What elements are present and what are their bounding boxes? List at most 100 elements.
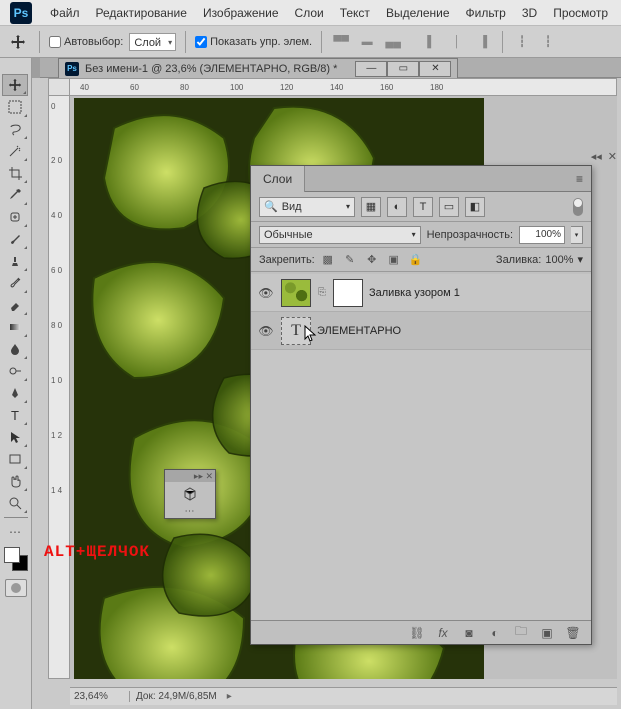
align-top-icon[interactable]: ▀▀	[331, 32, 351, 52]
blur-tool[interactable]	[2, 338, 28, 360]
filter-shape-icon[interactable]: ▭	[439, 197, 459, 217]
stamp-tool[interactable]	[2, 250, 28, 272]
opacity-input[interactable]: 100%	[519, 226, 565, 244]
filter-kind-select[interactable]: 🔍Вид	[259, 197, 355, 217]
tab-handle[interactable]	[32, 58, 40, 78]
layer-name[interactable]: ЭЛЕМЕНТАРНО	[317, 325, 585, 337]
edit-toolbar[interactable]: ⋯	[2, 521, 28, 543]
delete-layer-icon[interactable]: 🗑	[565, 626, 581, 640]
adjustment-layer-icon[interactable]: ◐	[487, 626, 503, 640]
layer-thumbnail[interactable]	[281, 279, 311, 307]
new-group-icon[interactable]: 🗀	[513, 622, 529, 643]
menu-edit[interactable]: Редактирование	[88, 6, 195, 20]
status-menu-arrow[interactable]: ▸	[223, 691, 236, 702]
zoom-level[interactable]: 23,64%	[70, 691, 130, 702]
panel-collapse-icon[interactable]: ◂◂	[591, 150, 602, 163]
minimize-button[interactable]: —	[355, 61, 387, 77]
opacity-dropdown-icon[interactable]: ▾	[571, 226, 583, 244]
link-icon[interactable]: ⎘	[317, 287, 327, 298]
layer-fx-icon[interactable]: fx	[435, 626, 451, 640]
filter-kind-label: Вид	[282, 201, 302, 213]
marquee-tool[interactable]	[2, 96, 28, 118]
distribute-icon-2[interactable]: ┇	[538, 32, 558, 52]
magic-wand-tool[interactable]	[2, 140, 28, 162]
close-button[interactable]: ✕	[419, 61, 451, 77]
filter-adjust-icon[interactable]: ◐	[387, 197, 407, 217]
autoselect-mode-select[interactable]: Слой	[129, 33, 176, 51]
foreground-color-swatch[interactable]	[4, 547, 20, 563]
fill-dropdown-icon[interactable]: ▾	[577, 253, 583, 266]
autoselect-checkbox[interactable]: Автовыбор:	[49, 36, 123, 48]
panel-menu-icon[interactable]: ≡	[568, 172, 591, 186]
ruler-tick: 1 4	[51, 486, 62, 495]
menu-3d[interactable]: 3D	[514, 6, 545, 20]
align-right-icon[interactable]: ▐	[473, 32, 493, 52]
layer-name[interactable]: Заливка узором 1	[369, 287, 585, 299]
lock-pixels-icon[interactable]: ✎	[341, 252, 359, 268]
menu-select[interactable]: Выделение	[378, 6, 458, 20]
hand-tool[interactable]	[2, 470, 28, 492]
maximize-button[interactable]: ▭	[387, 61, 419, 77]
layer-row[interactable]: 👁 ⎘ Заливка узором 1	[251, 274, 591, 312]
gradient-tool[interactable]	[2, 316, 28, 338]
layer-row[interactable]: 👁 T ЭЛЕМЕНТАРНО	[251, 312, 591, 350]
layer-mask-thumbnail[interactable]	[333, 279, 363, 307]
fill-input[interactable]: 100%	[545, 254, 573, 266]
shape-tool[interactable]	[2, 448, 28, 470]
color-swatches[interactable]	[4, 547, 28, 571]
dodge-tool[interactable]	[2, 360, 28, 382]
layer-thumbnail-text[interactable]: T	[281, 317, 311, 345]
move-tool-icon[interactable]	[6, 30, 30, 54]
quick-mask-toggle[interactable]	[5, 579, 27, 597]
lock-artboard-icon[interactable]: ▣	[385, 252, 403, 268]
menu-file[interactable]: Файл	[42, 6, 88, 20]
lock-all-icon[interactable]: 🔒	[407, 252, 425, 268]
visibility-toggle-icon[interactable]: 👁	[257, 286, 275, 300]
doc-size[interactable]: Док: 24,9M/6,85M	[130, 691, 223, 702]
filter-smart-icon[interactable]: ◧	[465, 197, 485, 217]
align-vcenter-icon[interactable]: ▬	[357, 32, 377, 52]
lock-position-icon[interactable]: ✥	[363, 252, 381, 268]
visibility-toggle-icon[interactable]: 👁	[257, 324, 275, 338]
ruler-corner	[48, 78, 70, 96]
zoom-tool[interactable]	[2, 492, 28, 514]
type-tool[interactable]: T	[2, 404, 28, 426]
panel-close-icon[interactable]: ✕	[608, 150, 617, 163]
layers-tab[interactable]: Слои	[251, 166, 305, 192]
healing-tool[interactable]	[2, 206, 28, 228]
eraser-tool[interactable]	[2, 294, 28, 316]
blend-mode-select[interactable]: Обычные	[259, 226, 421, 244]
menu-filter[interactable]: Фильтр	[458, 6, 514, 20]
crop-tool[interactable]	[2, 162, 28, 184]
floating-mini-panel[interactable]: ▸▸ ✕ ⋯	[164, 469, 216, 519]
document-tab[interactable]: Ps Без имени-1 @ 23,6% (ЭЛЕМЕНТАРНО, RGB…	[58, 58, 458, 78]
align-hcenter-icon[interactable]: │	[447, 32, 467, 52]
align-left-icon[interactable]: ▌	[421, 32, 441, 52]
history-brush-tool[interactable]	[2, 272, 28, 294]
menu-view[interactable]: Просмотр	[545, 6, 616, 20]
vertical-ruler[interactable]: 0 2 0 4 0 6 0 8 0 1 0 1 2 1 4	[48, 96, 70, 679]
menu-layers[interactable]: Слои	[287, 6, 332, 20]
align-bottom-icon[interactable]: ▄▄	[383, 32, 403, 52]
distribute-icon[interactable]: ┇	[512, 32, 532, 52]
mini-panel-3d-icon[interactable]	[165, 482, 215, 506]
move-tool[interactable]	[2, 74, 28, 96]
add-mask-icon[interactable]: ◙	[461, 626, 477, 640]
menu-image[interactable]: Изображение	[195, 6, 287, 20]
mini-panel-header[interactable]: ▸▸ ✕	[165, 470, 215, 482]
filter-pixel-icon[interactable]: ▦	[361, 197, 381, 217]
brush-tool[interactable]	[2, 228, 28, 250]
horizontal-ruler[interactable]: 40 60 80 100 120 140 160 180	[70, 78, 617, 96]
new-layer-icon[interactable]: ▣	[539, 626, 555, 640]
show-controls-checkbox[interactable]: Показать упр. элем.	[195, 36, 312, 48]
path-select-tool[interactable]	[2, 426, 28, 448]
lock-transparency-icon[interactable]: ▩	[319, 252, 337, 268]
lasso-tool[interactable]	[2, 118, 28, 140]
menu-text[interactable]: Текст	[332, 6, 378, 20]
filter-toggle[interactable]	[573, 198, 583, 216]
link-layers-icon[interactable]: ⛓	[409, 626, 425, 640]
eyedropper-tool[interactable]	[2, 184, 28, 206]
mini-panel-menu-icon[interactable]: ⋯	[165, 506, 215, 517]
pen-tool[interactable]	[2, 382, 28, 404]
filter-type-icon[interactable]: T	[413, 197, 433, 217]
